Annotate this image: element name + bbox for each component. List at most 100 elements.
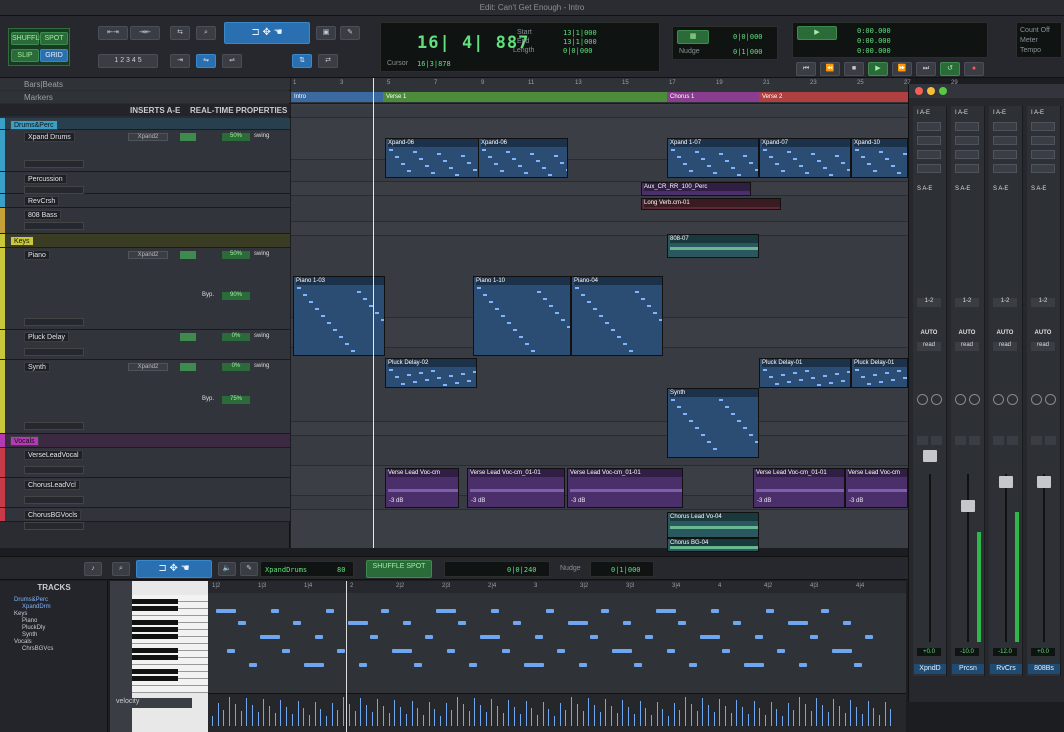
stop-icon[interactable]: ■ (844, 62, 864, 76)
velocity-stalk[interactable] (679, 710, 681, 726)
midi-note[interactable] (546, 609, 554, 613)
track-name[interactable]: Pluck Delay (24, 332, 69, 342)
instrument-selector[interactable]: XpandDrums 80 (260, 561, 354, 577)
edit-tools[interactable]: ⊐ ✥ ☚ (224, 22, 310, 44)
velocity-stalk[interactable] (274, 713, 276, 726)
tab-inserts[interactable]: INSERTS A-E (130, 106, 180, 115)
midi-note[interactable] (777, 649, 785, 653)
velocity-stalk[interactable] (434, 709, 436, 726)
pencil-tool-icon[interactable]: ✎ (340, 26, 360, 40)
pan-knob-icon[interactable] (1007, 394, 1018, 405)
grid-mode-button[interactable]: GRID (40, 49, 68, 62)
track-synth[interactable]: Synth Xpand2 0% swing Byp. 75% (0, 360, 290, 434)
insert-slot[interactable] (1031, 136, 1055, 145)
insert-slot[interactable] (955, 164, 979, 173)
mute-button[interactable] (969, 436, 980, 445)
midi-note[interactable] (403, 621, 411, 625)
track-name[interactable]: Synth (24, 362, 50, 372)
velocity-stalk[interactable] (514, 707, 516, 726)
start-value[interactable]: 13|1|000 (563, 29, 597, 37)
clip-synth[interactable]: Synth (667, 388, 759, 458)
channel-name[interactable]: RvCrs (990, 664, 1022, 674)
velocity-stalk[interactable] (297, 701, 299, 726)
track-percussion[interactable]: Percussion (0, 172, 290, 194)
velocity-stalk[interactable] (782, 716, 783, 726)
zoom-tool-icon[interactable]: ⌕ (196, 26, 216, 40)
midi-note[interactable] (238, 621, 246, 625)
velocity-lane[interactable] (208, 693, 906, 732)
track-name[interactable]: Keys (10, 236, 34, 246)
velocity-stalk[interactable] (445, 703, 447, 726)
midi-note[interactable] (524, 663, 544, 667)
velocity-stalk[interactable] (565, 710, 567, 726)
midi-note[interactable] (711, 609, 719, 613)
clip-verse-lead-voc-cm[interactable]: Verse Lead Voc-cm -3 dB (845, 468, 908, 508)
velocity-stalk[interactable] (314, 702, 316, 726)
io-selector[interactable]: 1-2 (917, 298, 941, 307)
black-key[interactable] (132, 599, 178, 604)
black-key[interactable] (132, 648, 178, 653)
midi-note[interactable] (370, 635, 378, 639)
velocity-stalk[interactable] (320, 709, 322, 726)
record-icon[interactable]: ● (964, 62, 984, 76)
black-key[interactable] (132, 676, 178, 681)
pan-knob-icon[interactable] (917, 394, 928, 405)
tracks-list-item[interactable]: XpandDrm (22, 604, 51, 610)
zoom-out-horizontal-button[interactable]: ⇤⇥ (98, 26, 128, 40)
grid-value[interactable]: 0|0|000 (733, 33, 763, 41)
velocity-stalk[interactable] (246, 698, 248, 726)
send-indicator[interactable] (180, 133, 196, 141)
track-controls[interactable] (24, 496, 84, 504)
insertion-follows-icon[interactable]: ⇅ (292, 54, 312, 68)
velocity-stalk[interactable] (240, 711, 242, 726)
clip-piano-04[interactable]: Piano-04 (571, 276, 663, 356)
velocity-stalk[interactable] (639, 701, 641, 726)
tracks-list-item[interactable]: Vocals (14, 639, 32, 645)
velocity-stalk[interactable] (212, 716, 213, 726)
velocity-stalk[interactable] (542, 702, 544, 726)
velocity-stalk[interactable] (383, 706, 384, 726)
piano-roll[interactable]: 1|2 1|3 1|4 2 2|2 2|3 2|4 3 3|2 3|3 3|4 4 4|2 4|3 4|4 (208, 581, 906, 732)
black-key[interactable] (132, 655, 178, 660)
clip-long-verb-cm-01[interactable]: Long Verb.cm-01 (641, 198, 781, 210)
midi-note[interactable] (447, 649, 455, 653)
marker-verse-2[interactable]: Verse 2 (759, 92, 909, 102)
track-name[interactable]: Vocals (10, 436, 39, 446)
midi-note[interactable] (436, 609, 456, 613)
velocity-stalk[interactable] (713, 712, 715, 726)
clip-xpand-06[interactable]: Xpand-06 (478, 138, 568, 178)
speaker-icon[interactable]: 🔈 (218, 562, 236, 576)
track-name[interactable]: Xpand Drums (24, 132, 75, 142)
velocity-stalk[interactable] (702, 698, 704, 726)
velocity-stalk[interactable] (571, 697, 573, 726)
velocity-stalk[interactable] (360, 698, 362, 726)
tracks-list-item[interactable]: Keys (14, 611, 27, 617)
velocity-stalk[interactable] (548, 709, 550, 726)
black-key[interactable] (132, 606, 178, 611)
velocity-stalk[interactable] (856, 707, 858, 726)
velocity-stalk[interactable] (326, 716, 327, 726)
velocity-stalk[interactable] (554, 716, 555, 726)
insert-slot[interactable]: Xpand2 (128, 251, 168, 259)
volume-value[interactable]: -12.0 (993, 648, 1017, 656)
close-window-icon[interactable] (915, 87, 923, 95)
insert-slot[interactable] (993, 150, 1017, 159)
velocity-stalk[interactable] (622, 700, 624, 726)
pencil-icon[interactable]: ✎ (240, 562, 258, 576)
pan-knob-icon[interactable] (993, 394, 1004, 405)
solo-button[interactable] (993, 436, 1004, 445)
fast-forward-icon[interactable]: ⏩ (892, 62, 912, 76)
velocity-stalk[interactable] (337, 710, 339, 726)
velocity-stalk[interactable] (816, 698, 818, 726)
play-icon[interactable]: ▶ (868, 62, 888, 76)
track-chorusleadvcl[interactable]: ChorusLeadVcl (0, 478, 290, 508)
tracks-list-item[interactable]: ChrsBGVcs (22, 646, 53, 652)
track-chorusbgvocls[interactable]: ChorusBGVocls (0, 508, 290, 530)
track-name[interactable]: RevCrsh (24, 196, 60, 206)
zoom-in-horizontal-button[interactable]: ⇥⇤ (130, 26, 160, 40)
velocity-stalk[interactable] (833, 699, 835, 726)
io-selector[interactable]: 1-2 (993, 298, 1017, 307)
midi-edit-tools[interactable]: ⊐ ✥ ☚ (136, 560, 212, 578)
midi-note[interactable] (282, 649, 290, 653)
velocity-stalk[interactable] (707, 705, 709, 726)
